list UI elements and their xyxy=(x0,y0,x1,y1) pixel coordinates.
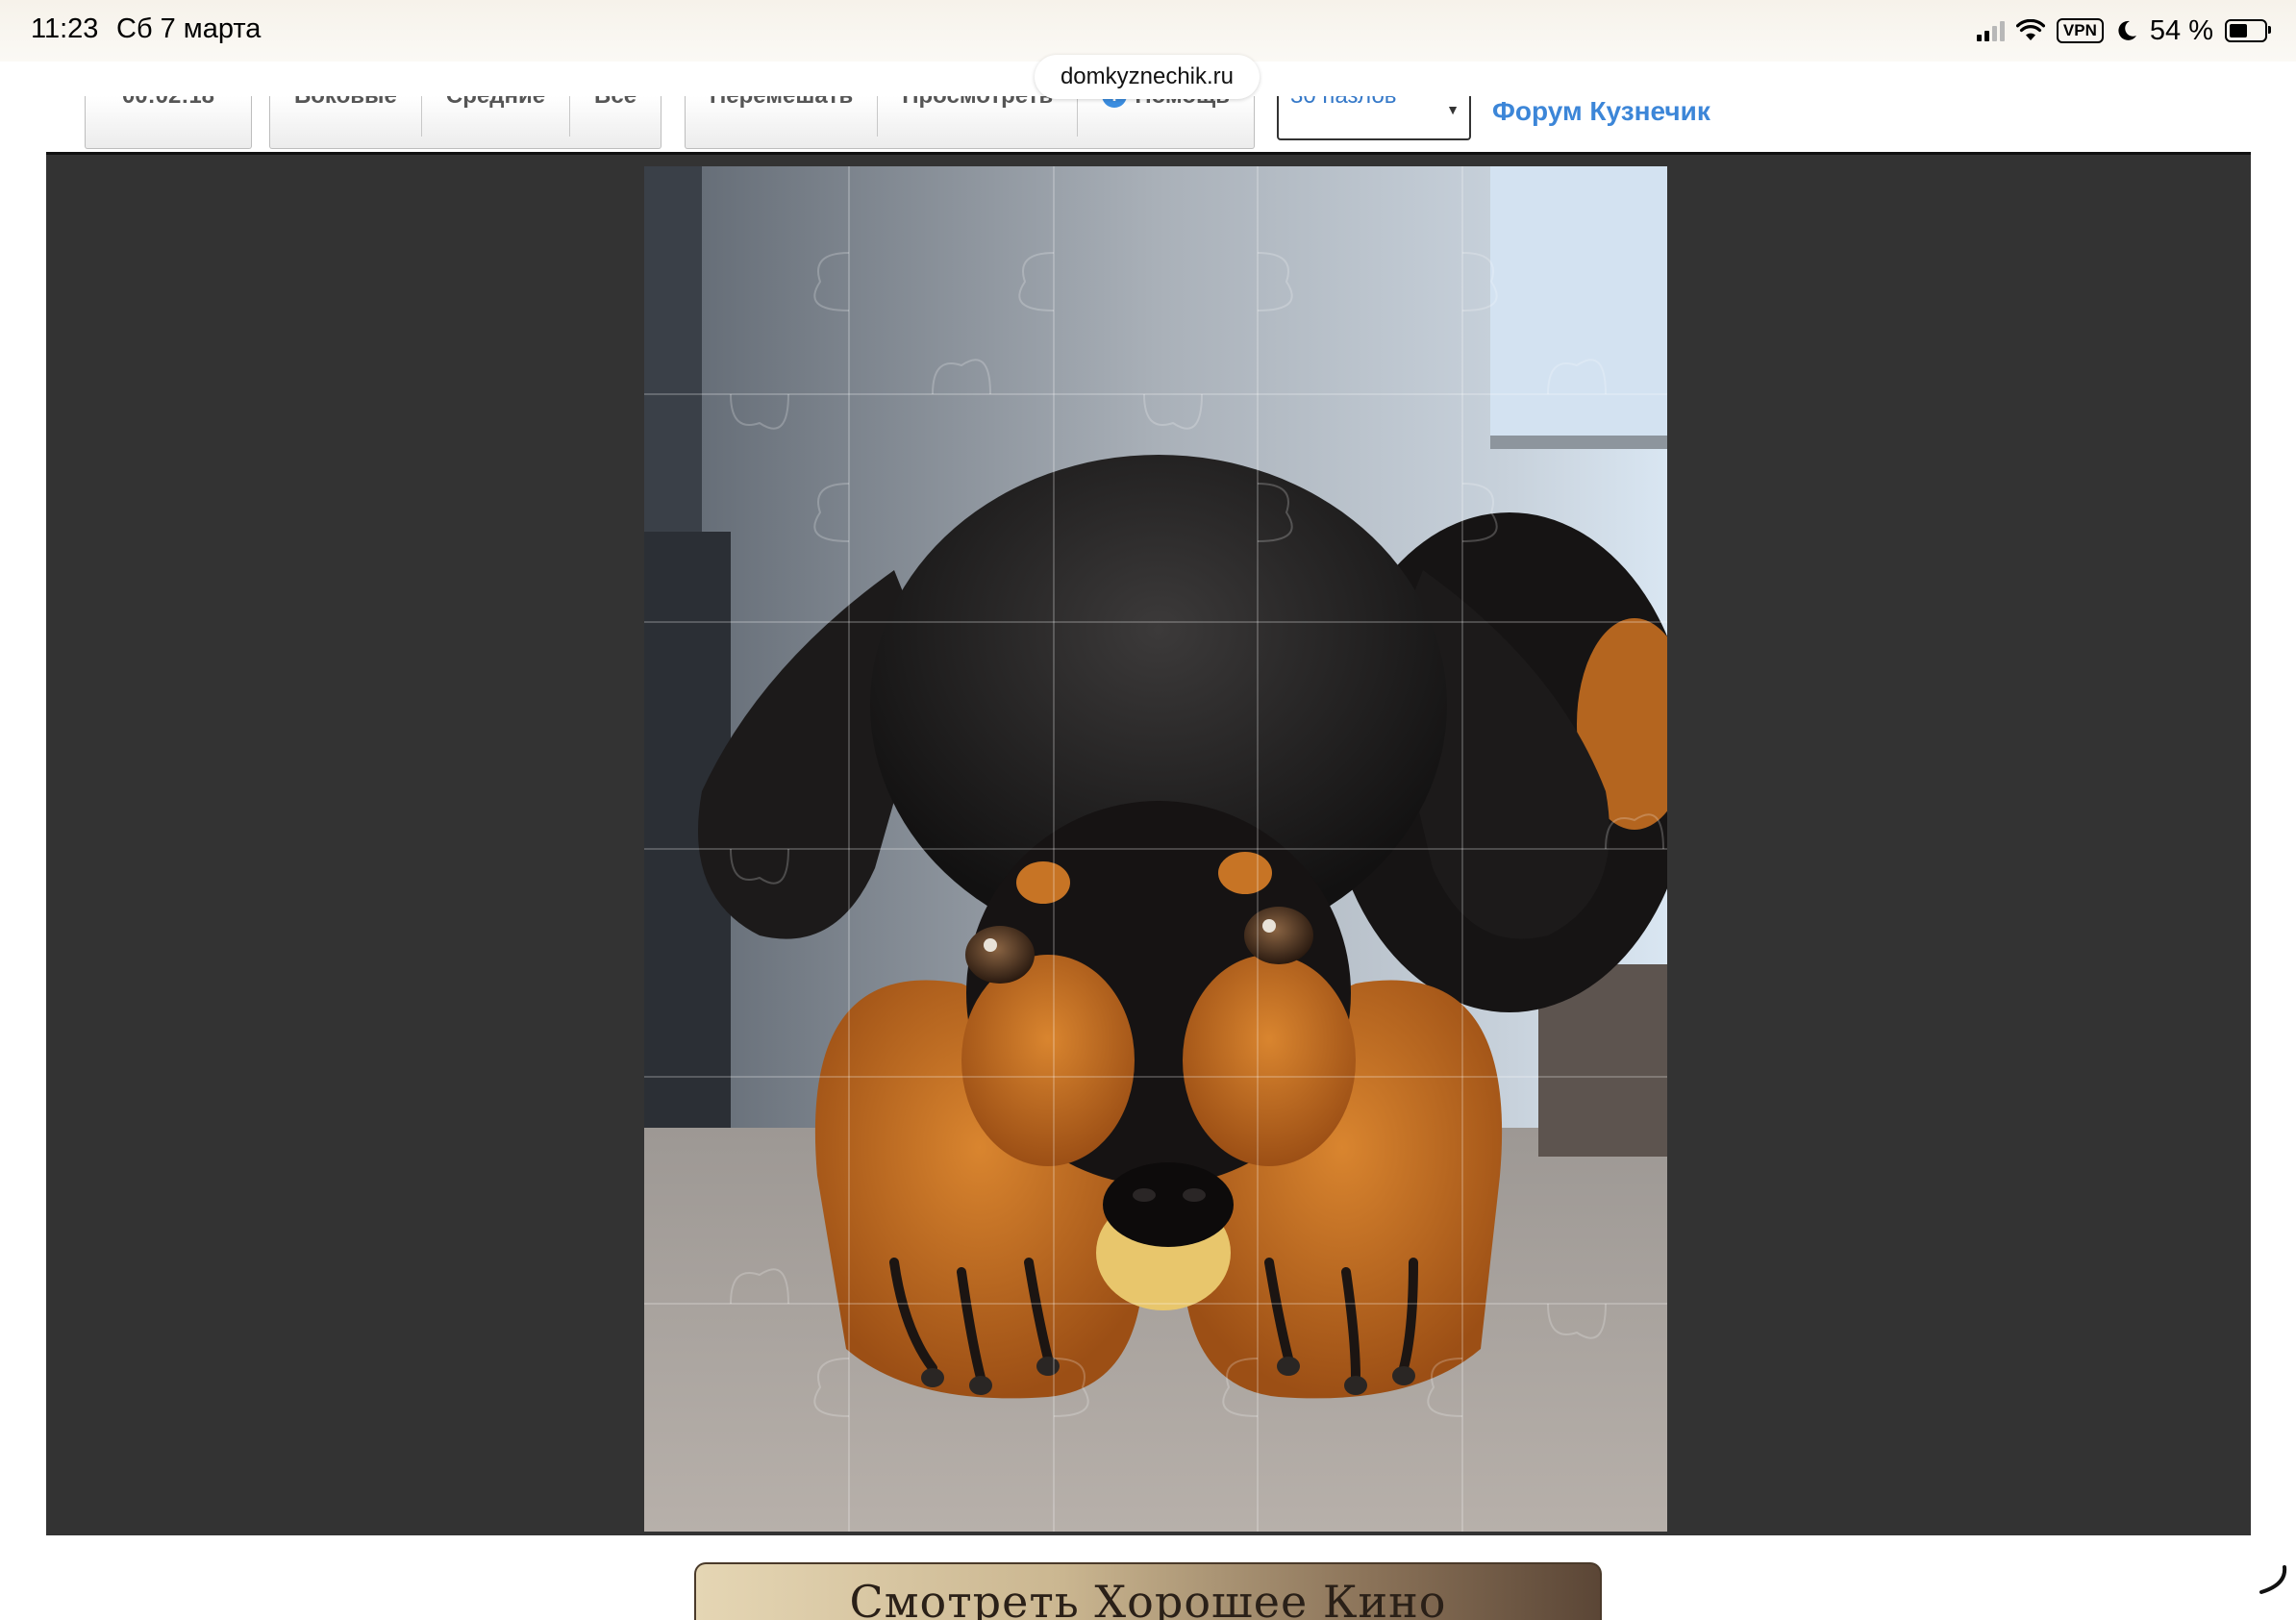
moon-icon xyxy=(2118,20,2136,40)
help-button[interactable]: ? Помощь xyxy=(1078,96,1254,137)
puzzle-board[interactable] xyxy=(644,166,1667,1532)
puppy-puzzle-image xyxy=(644,166,1667,1532)
movie-banner[interactable]: Смотреть Хорошее Кино xyxy=(694,1562,1602,1620)
banner-text: Смотреть Хорошее Кино xyxy=(849,1576,1447,1620)
dropdown-arrow-icon: ▼ xyxy=(1446,102,1460,117)
url-bar[interactable]: domkyznechik.ru xyxy=(1035,55,1260,99)
loading-spinner-icon xyxy=(2259,1565,2287,1594)
middles-button[interactable]: Средние xyxy=(422,96,571,137)
status-bar: 11:23 Сб 7 марта VPN 54 % xyxy=(0,0,2296,62)
shuffle-button[interactable]: Перемешать xyxy=(686,96,879,137)
wifi-icon xyxy=(2015,19,2045,40)
status-time: 11:23 xyxy=(31,13,99,44)
edges-button[interactable]: Боковые xyxy=(270,96,422,137)
timer-display: 00:02:18 xyxy=(86,96,251,137)
status-indicators: VPN 54 % xyxy=(1976,12,2271,50)
battery-fill xyxy=(2230,24,2247,37)
status-date: Сб 7 марта xyxy=(116,13,262,44)
battery-percent: 54 % xyxy=(2149,14,2213,46)
forum-link[interactable]: Форум Кузнечик xyxy=(1492,98,1710,125)
battery-icon xyxy=(2225,19,2271,42)
timer-box: 00:02:18 xyxy=(85,96,252,149)
cellular-signal-icon xyxy=(1976,20,2005,41)
action-button-group: Перемешать Просмотреть ? Помощь xyxy=(685,96,1256,149)
vpn-badge: VPN xyxy=(2056,18,2104,43)
preview-button[interactable]: Просмотреть xyxy=(878,96,1079,137)
pieces-count-value: 30 пазлов xyxy=(1290,96,1397,109)
all-button[interactable]: Все xyxy=(570,96,661,137)
filter-button-group: Боковые Средние Все xyxy=(269,96,662,149)
pieces-count-select[interactable]: 30 пазлов ▼ xyxy=(1277,96,1471,140)
